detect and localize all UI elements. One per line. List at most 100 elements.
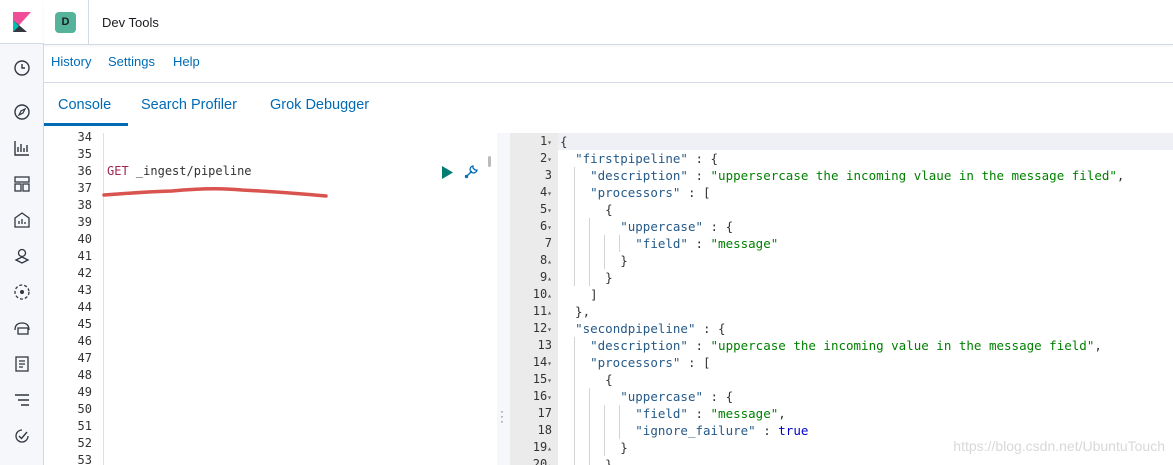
request-path: _ingest/pipeline: [135, 164, 252, 178]
line-number: 34: [77, 130, 92, 144]
watermark: https://blog.csdn.net/UbuntuTouch: [953, 438, 1165, 454]
kibana-logo[interactable]: [0, 0, 44, 44]
response-line: ]: [560, 287, 598, 302]
request-scrollbar[interactable]: [488, 156, 491, 167]
wrench-icon[interactable]: [463, 164, 479, 185]
dashboard-icon[interactable]: [12, 174, 32, 194]
response-line: "ignore_failure" : true: [635, 423, 809, 438]
response-line: "field" : "message": [635, 236, 779, 251]
ml-icon[interactable]: [12, 282, 32, 302]
line-number: 39: [77, 215, 92, 229]
tab-bar: Console Search Profiler Grok Debugger: [44, 83, 1173, 127]
line-number: 46: [77, 334, 92, 348]
response-line: "uppercase" : {: [620, 219, 734, 234]
line-number: 9▴: [539, 270, 552, 284]
apm-icon[interactable]: [12, 390, 32, 410]
line-number: 41: [77, 249, 92, 263]
header-divider: [88, 0, 89, 44]
response-line: },: [560, 304, 591, 319]
response-line: "processors" : [: [590, 355, 711, 370]
line-number: 7: [544, 236, 552, 250]
line-number: 17: [537, 406, 552, 420]
line-number: 51: [77, 419, 92, 433]
line-number: 53: [77, 453, 92, 465]
infrastructure-icon[interactable]: [12, 318, 32, 338]
tab-console[interactable]: Console: [58, 97, 111, 113]
line-number: 38: [77, 198, 92, 212]
response-line: }: [560, 253, 628, 268]
request-gutter: 34 35 36 37 38 39 40 41 42 43 44 45 46 4…: [44, 130, 104, 465]
line-number: 16▾: [532, 389, 552, 403]
play-icon[interactable]: [441, 166, 453, 184]
line-number: 5▾: [539, 202, 552, 216]
top-menu: History Settings Help: [44, 45, 1173, 83]
compass-icon[interactable]: [12, 102, 32, 122]
page-title: Dev Tools: [102, 15, 159, 30]
line-number: 42: [77, 266, 92, 280]
app-header: D Dev Tools: [44, 0, 1173, 45]
response-line: "secondpipeline" : {: [575, 321, 726, 336]
line-number: 8▴: [539, 253, 552, 267]
line-number: 2▾: [539, 151, 552, 165]
request-editor[interactable]: 34 35 36 37 38 39 40 41 42 43 44 45 46 4…: [44, 130, 497, 465]
request-line[interactable]: GET _ingest/pipeline: [107, 163, 252, 180]
response-line: }: [560, 440, 628, 455]
response-line: }: [560, 457, 613, 465]
line-number: 18: [537, 423, 552, 437]
space-avatar[interactable]: D: [55, 12, 76, 33]
active-tab-indicator: [44, 123, 128, 126]
response-line: }: [560, 270, 613, 285]
line-number: 52: [77, 436, 92, 450]
line-number: 36: [77, 164, 92, 178]
canvas-icon[interactable]: [12, 210, 32, 230]
line-number: 35: [77, 147, 92, 161]
tab-search-profiler[interactable]: Search Profiler: [141, 97, 237, 113]
line-number: 12▾: [532, 321, 552, 335]
response-line: "description" : "uppersercase the incomi…: [590, 168, 1125, 183]
menu-help-link[interactable]: Help: [173, 54, 200, 69]
line-number: 44: [77, 300, 92, 314]
line-number: 1▾: [539, 134, 552, 148]
line-number: 49: [77, 385, 92, 399]
line-number: 11▴: [532, 304, 552, 318]
response-editor[interactable]: 1▾ 2▾ 3 4▾ 5▾ 6▾ 7 8▴ 9▴ 10▴ 11▴ 12▾ 13 …: [510, 133, 1173, 465]
line-number: 20▴: [532, 457, 552, 465]
line-number: 13: [537, 338, 552, 352]
request-method: GET: [107, 164, 129, 178]
line-number: 48: [77, 368, 92, 382]
uptime-icon[interactable]: [12, 426, 32, 446]
active-line-highlight: [558, 133, 1173, 150]
menu-settings-link[interactable]: Settings: [108, 54, 155, 69]
response-line: "firstpipeline" : {: [575, 151, 719, 166]
tab-grok-debugger[interactable]: Grok Debugger: [270, 97, 369, 113]
annotation-underline: [102, 186, 328, 207]
response-line: {: [560, 372, 613, 387]
line-number: 40: [77, 232, 92, 246]
line-number: 19▴: [532, 440, 552, 454]
resize-handle-icon[interactable]: · · ·: [500, 405, 504, 427]
maps-icon[interactable]: [12, 246, 32, 266]
line-number: 15▾: [532, 372, 552, 386]
response-gutter: 1▾ 2▾ 3 4▾ 5▾ 6▾ 7 8▴ 9▴ 10▴ 11▴ 12▾ 13 …: [510, 133, 558, 465]
logs-icon[interactable]: [12, 354, 32, 374]
line-number: 6▾: [539, 219, 552, 233]
line-number: 43: [77, 283, 92, 297]
response-line: "field" : "message",: [635, 406, 786, 421]
visualize-icon[interactable]: [12, 138, 32, 158]
line-number: 50: [77, 402, 92, 416]
response-line: {: [560, 134, 568, 149]
line-number: 14▾: [532, 355, 552, 369]
line-number: 4▾: [539, 185, 552, 199]
line-number: 37: [77, 181, 92, 195]
response-line: "uppercase" : {: [620, 389, 734, 404]
line-number: 10▴: [532, 287, 552, 301]
line-number: 47: [77, 351, 92, 365]
panel-resizer[interactable]: · · ·: [497, 133, 510, 465]
response-line: "description" : "uppercase the incoming …: [590, 338, 1102, 353]
nav-rail: [0, 0, 44, 465]
line-number: 3: [544, 168, 552, 182]
line-number: 45: [77, 317, 92, 331]
response-line: "processors" : [: [590, 185, 711, 200]
clock-icon[interactable]: [12, 58, 32, 78]
menu-history-link[interactable]: History: [51, 54, 91, 69]
